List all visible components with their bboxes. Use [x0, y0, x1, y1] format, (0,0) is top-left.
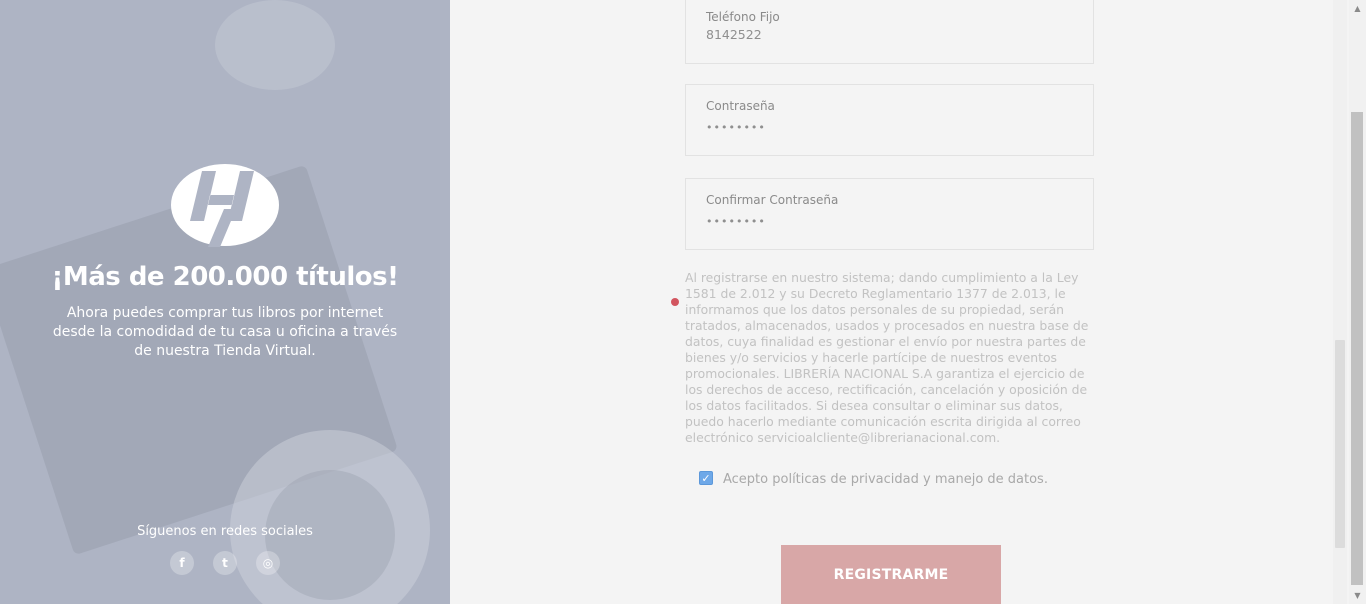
confirm-password-value: •••••••• — [706, 215, 766, 228]
registration-page: ¡Más de 200.000 títulos! Ahora puedes co… — [0, 0, 1366, 604]
twitter-icon[interactable]: t — [213, 551, 237, 575]
password-value: •••••••• — [706, 121, 766, 134]
promo-subtext: Ahora puedes comprar tus libros por inte… — [52, 305, 398, 359]
password-label: Contraseña — [706, 99, 775, 113]
background-shape — [215, 0, 335, 90]
password-field[interactable]: Contraseña •••••••• — [685, 84, 1094, 156]
indicator-dot — [671, 298, 679, 306]
facebook-icon[interactable]: f — [170, 551, 194, 575]
phone-field[interactable]: Teléfono Fijo 8142522 — [685, 0, 1094, 64]
instagram-icon[interactable]: ◎ — [256, 551, 280, 575]
window-scroll-thumb[interactable] — [1351, 112, 1363, 585]
social-label: Síguenos en redes sociales — [137, 524, 313, 539]
legal-notice: Al registrarse en nuestro sistema; dando… — [685, 270, 1089, 445]
consent-checkbox[interactable]: ✓ — [699, 471, 713, 485]
register-button[interactable]: REGISTRARME — [781, 545, 1001, 604]
consent-row[interactable]: ✓ Acepto políticas de privacidad y manej… — [699, 469, 1048, 487]
scroll-down-arrow-icon[interactable]: ▼ — [1349, 587, 1366, 604]
content-scroll-thumb[interactable] — [1335, 340, 1345, 548]
promo-headline: ¡Más de 200.000 títulos! — [51, 262, 399, 292]
social-links: f t ◎ — [170, 551, 280, 575]
brand-logo-icon — [170, 163, 280, 247]
phone-label: Teléfono Fijo — [706, 10, 780, 24]
promo-panel: ¡Más de 200.000 títulos! Ahora puedes co… — [0, 0, 450, 604]
scroll-up-arrow-icon[interactable]: ▲ — [1349, 0, 1366, 17]
confirm-password-field[interactable]: Confirmar Contraseña •••••••• — [685, 178, 1094, 250]
phone-value: 8142522 — [706, 27, 762, 42]
consent-label[interactable]: Acepto políticas de privacidad y manejo … — [723, 472, 1048, 487]
confirm-password-label: Confirmar Contraseña — [706, 193, 839, 207]
